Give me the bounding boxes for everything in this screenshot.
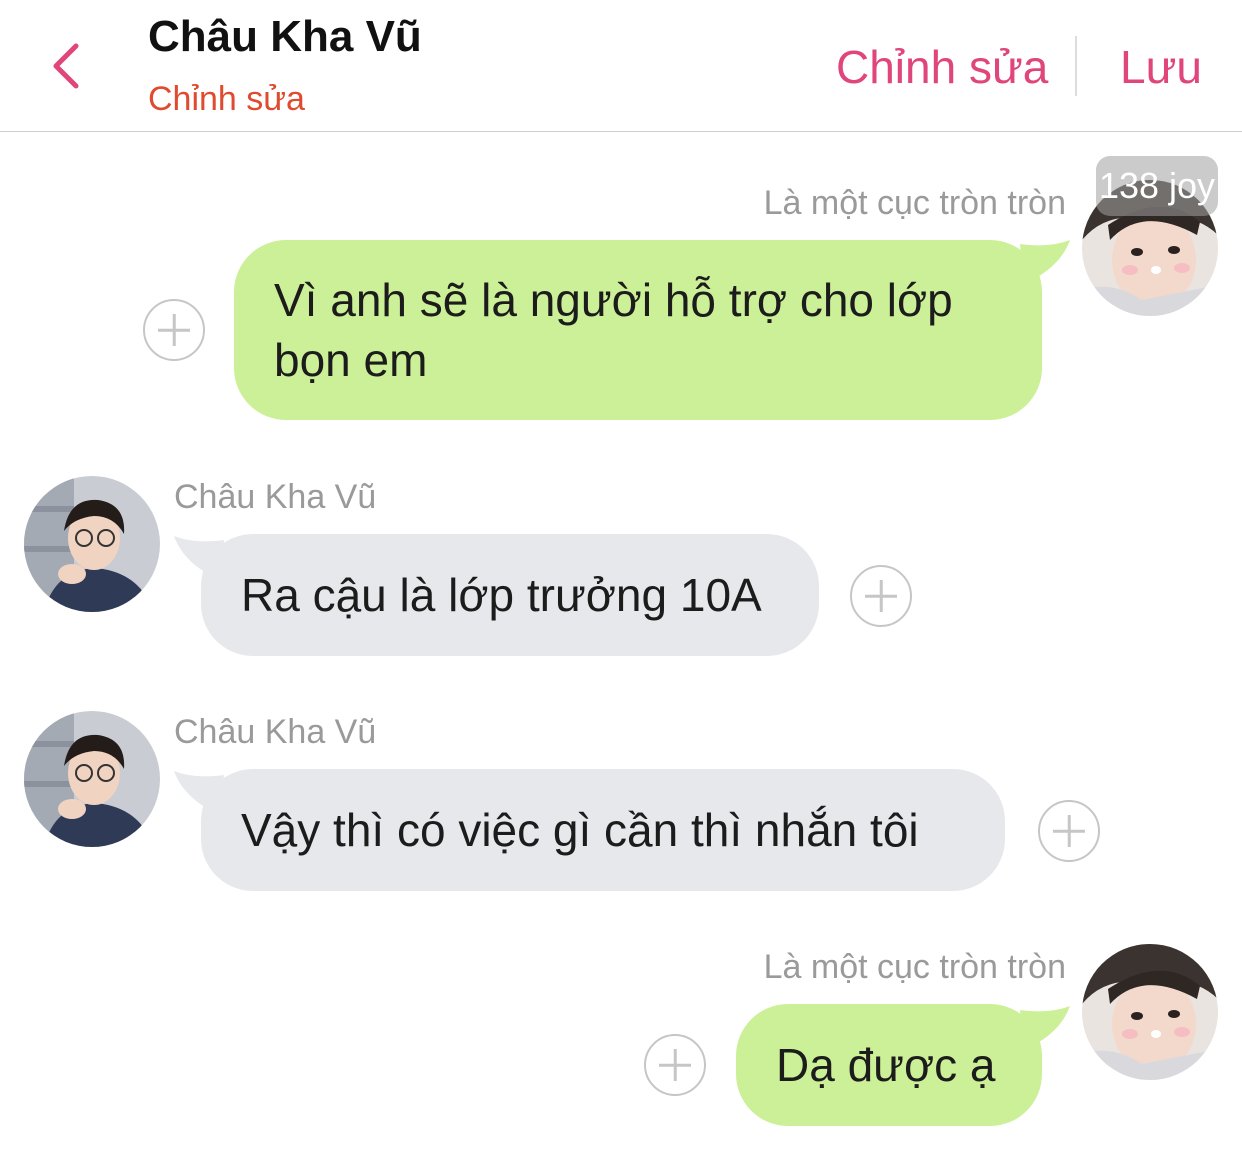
- add-reaction-icon[interactable]: [143, 299, 205, 361]
- sender-name: Là một cục tròn tròn: [763, 184, 1066, 222]
- message-bubble[interactable]: Ra cậu là lớp trưởng 10A: [201, 534, 819, 656]
- joy-badge: 138 joy: [1096, 156, 1218, 216]
- add-reaction-icon[interactable]: [644, 1034, 706, 1096]
- chat-subtitle[interactable]: Chỉnh sửa: [148, 80, 305, 119]
- sender-name: Châu Kha Vũ: [174, 713, 377, 751]
- contact-avatar-image: [24, 476, 160, 612]
- add-reaction-icon[interactable]: [850, 565, 912, 627]
- chevron-left-icon: [53, 43, 79, 89]
- message-bubble[interactable]: Vì anh sẽ là người hỗ trợ cho lớp bọn em: [234, 240, 1042, 420]
- edit-button[interactable]: Chỉnh sửa: [836, 40, 1048, 94]
- sender-name: Là một cục tròn tròn: [763, 948, 1066, 986]
- message-bubble[interactable]: Vậy thì có việc gì cần thì nhắn tôi: [201, 769, 1005, 891]
- avatar-self[interactable]: [1082, 944, 1218, 1080]
- user-avatar-image: [1082, 944, 1218, 1080]
- sender-name: Châu Kha Vũ: [174, 478, 377, 516]
- message-bubble[interactable]: Dạ được ạ: [736, 1004, 1042, 1126]
- header-divider: [1075, 36, 1077, 96]
- contact-avatar-image: [24, 711, 160, 847]
- add-reaction-icon[interactable]: [1038, 800, 1100, 862]
- save-button[interactable]: Lưu: [1120, 40, 1202, 94]
- avatar-contact[interactable]: [24, 476, 160, 612]
- chat-screen: Châu Kha Vũ Chỉnh sửa Chỉnh sửa Lưu Là m…: [0, 0, 1242, 1159]
- chat-title: Châu Kha Vũ: [148, 12, 422, 61]
- message-text-line: Vì anh sẽ là người hỗ trợ cho lớp: [274, 274, 953, 326]
- chat-header: Châu Kha Vũ Chỉnh sửa Chỉnh sửa Lưu: [0, 0, 1242, 132]
- back-button[interactable]: [40, 36, 100, 96]
- message-text-line: bọn em: [274, 334, 428, 386]
- avatar-contact[interactable]: [24, 711, 160, 847]
